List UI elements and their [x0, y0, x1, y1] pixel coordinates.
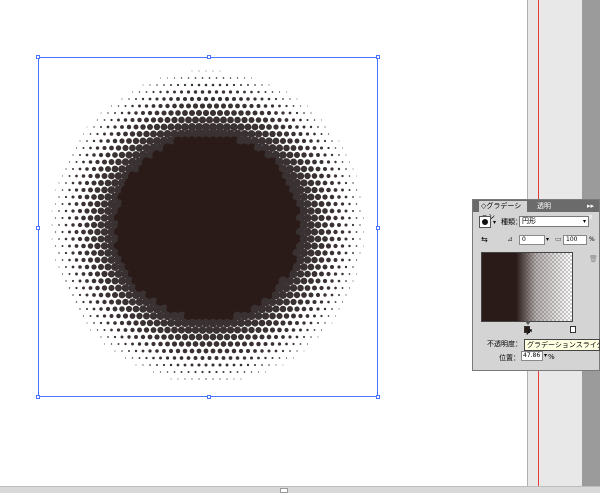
gradient-type-row: ▾ 種類： 円形 ▾ [473, 214, 599, 230]
chevron-down-icon[interactable]: ▾ [493, 219, 496, 226]
trash-icon[interactable]: 🗑 [589, 255, 598, 263]
tab-transparency[interactable]: 透明 [535, 201, 561, 212]
opacity-label: 不透明度： [487, 340, 522, 348]
gradient-type-select[interactable]: 円形 ▾ [519, 216, 589, 227]
panel-menu-icon[interactable]: ▸▸ ≡ [585, 201, 599, 221]
angle-input[interactable]: 0 [519, 235, 545, 245]
reverse-gradient-icon[interactable]: ⇆ [481, 235, 488, 244]
tab-gradient[interactable]: ◇グラデーション [479, 201, 527, 221]
gradient-preview[interactable] [481, 252, 573, 322]
aspect-ratio-input[interactable]: 100 [563, 235, 587, 245]
chevron-down-icon: ▾ [582, 218, 586, 225]
gradient-midpoint[interactable] [525, 321, 531, 325]
gradient-stop-light[interactable] [570, 326, 576, 333]
panel-tab-bar: ◇グラデーション 透明 ▸▸ ≡ [473, 200, 599, 221]
angle-aspect-row: ⇆ ⊿ 0 ▾ ▭ 100 % [473, 233, 599, 247]
location-input[interactable]: 47.86 [521, 351, 543, 361]
chevron-down-icon[interactable]: ▾ [544, 352, 547, 359]
horizontal-scrollbar[interactable] [0, 486, 600, 493]
artboard [0, 0, 528, 486]
chevron-down-icon[interactable]: ▾ [546, 236, 549, 243]
location-unit: % [548, 353, 555, 361]
tooltip: グラデーションスライダ [524, 339, 600, 351]
aspect-unit: % [589, 236, 595, 243]
gradient-fill-icon[interactable] [479, 216, 491, 228]
scrollbar-thumb[interactable] [280, 488, 288, 493]
gradient-type-value: 円形 [522, 217, 536, 225]
cursor-arrow-icon: ➚ [525, 327, 534, 338]
halftone-circle[interactable] [38, 57, 378, 397]
angle-icon: ⊿ [507, 235, 513, 243]
aspect-ratio-icon: ▭ [555, 235, 562, 243]
location-label: 位置： [499, 354, 520, 362]
